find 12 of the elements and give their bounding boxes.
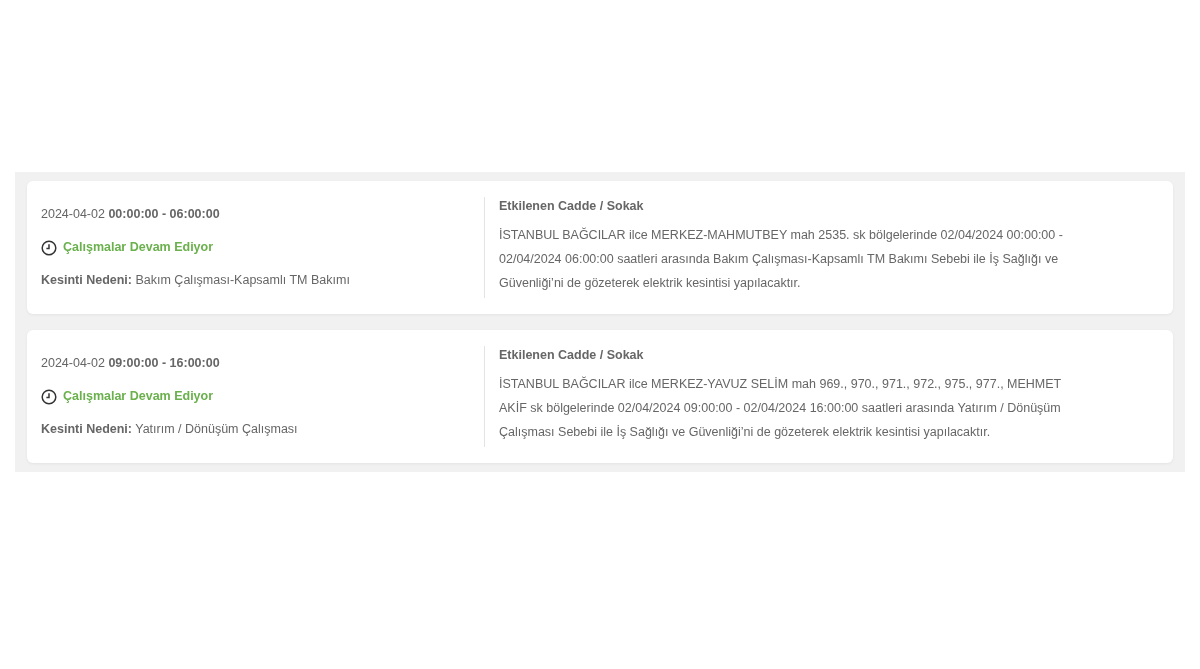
clock-icon — [41, 239, 57, 256]
section-heading: Etkilenen Cadde / Sokak — [499, 198, 645, 215]
outage-description: İSTANBUL BAĞCILAR ilce MERKEZ-MAHMUTBEY mah 2535. sk bölgelerinde 02/04/2024 00:00:00 - 02/04/2024 06:00:00 saatleri arasında Bakım Çalışması-Kapsamlı TM Bakımı Sebebi ile İş Sağlığı ve Güvenliği’ni de gözeterek elektrik kesintisi yapılacaktır. — [499, 226, 1064, 292]
clock-icon — [41, 388, 57, 405]
outage-reason: Kesinti Nedeni: Bakım Çalışması-Kapsamlı TM Bakımı — [41, 271, 351, 289]
status-text: Çalışmalar Devam Ediyor — [63, 239, 214, 257]
outage-description: İSTANBUL BAĞCILAR ilce MERKEZ-YAVUZ SELİM mah 969., 970., 971., 972., 975., 977., MEHMET AKİF sk bölgelerinde 02/04/2024 09:00:00 - 02/04/2024 16:00:00 saatleri arasında Yatırım / Dönüşüm Çalışması Sebebi ile İş Sağlığı ve Güvenliği’ni de gözeterek elektrik kesintisi yapılacaktır. — [499, 375, 1063, 441]
section-heading: Etkilenen Cadde / Sokak — [499, 347, 645, 364]
outage-time: 2024-04-02 00:00:00 - 06:00:00 — [41, 206, 221, 224]
status-text: Çalışmalar Devam Ediyor — [63, 388, 214, 406]
outage-reason: Kesinti Nedeni: Yatırım / Dönüşüm Çalışması — [41, 420, 299, 438]
outage-time: 2024-04-02 09:00:00 - 16:00:00 — [41, 355, 221, 373]
